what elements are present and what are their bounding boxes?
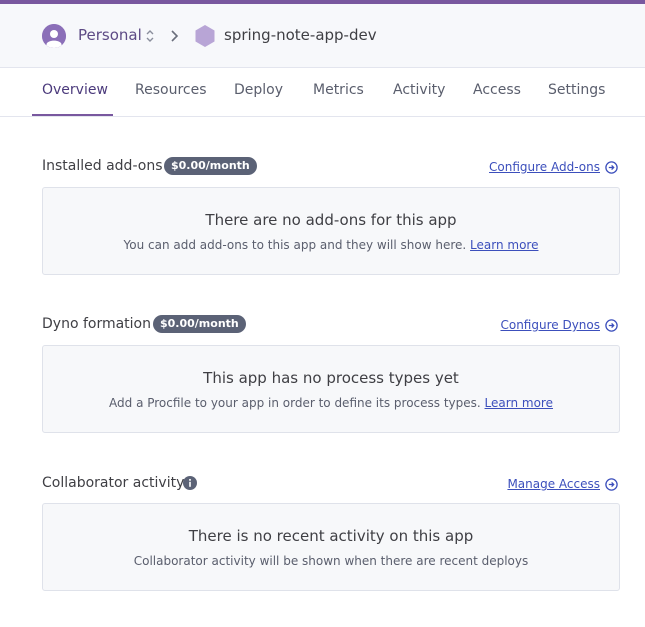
- manage-access-link[interactable]: Manage Access: [507, 477, 618, 491]
- activity-empty-title: There is no recent activity on this app: [188, 527, 474, 545]
- addons-price-badge: $0.00/month: [164, 157, 257, 175]
- activity-section-title: Collaborator activity: [42, 475, 185, 491]
- tab-metrics[interactable]: Metrics: [313, 82, 364, 98]
- account-switcher-icon[interactable]: [145, 29, 155, 43]
- addons-empty-state: There are no add-ons for this app You ca…: [42, 187, 620, 275]
- addons-section-title: Installed add-ons: [42, 158, 163, 174]
- manage-access-label[interactable]: Manage Access: [507, 477, 600, 491]
- configure-dynos-label[interactable]: Configure Dynos: [500, 318, 600, 332]
- info-icon[interactable]: [183, 476, 197, 490]
- app-name-breadcrumb[interactable]: spring-note-app-dev: [224, 26, 377, 44]
- tab-activity[interactable]: Activity: [393, 82, 445, 98]
- dynos-empty-desc: Add a Procfile to your app in order to d…: [43, 396, 619, 410]
- tab-settings[interactable]: Settings: [548, 82, 605, 98]
- dynos-section-title: Dyno formation: [42, 316, 151, 332]
- dynos-empty-state: This app has no process types yet Add a …: [42, 345, 620, 433]
- activity-empty-desc: Collaborator activity will be shown when…: [133, 554, 529, 568]
- tab-deploy[interactable]: Deploy: [234, 82, 283, 98]
- app-header: Personal spring-note-app-dev: [0, 4, 645, 68]
- addons-learn-more-link[interactable]: Learn more: [470, 238, 538, 252]
- addons-empty-text: You can add add-ons to this app and they…: [123, 238, 467, 252]
- arrow-circle-right-icon: [605, 160, 618, 174]
- dynos-price-badge: $0.00/month: [153, 315, 246, 333]
- account-switcher[interactable]: Personal: [78, 26, 142, 44]
- user-avatar-icon[interactable]: [42, 24, 66, 48]
- addons-empty-title: There are no add-ons for this app: [205, 211, 457, 229]
- configure-addons-label[interactable]: Configure Add-ons: [489, 160, 600, 174]
- dynos-empty-text: Add a Procfile to your app in order to d…: [109, 396, 481, 410]
- dynos-learn-more-link[interactable]: Learn more: [485, 396, 553, 410]
- dynos-empty-title: This app has no process types yet: [203, 369, 459, 387]
- configure-addons-link[interactable]: Configure Add-ons: [489, 160, 618, 174]
- tab-overview[interactable]: Overview: [42, 82, 108, 98]
- active-tab-indicator: [32, 114, 113, 116]
- app-tabs: Overview Resources Deploy Metrics Activi…: [0, 68, 645, 117]
- activity-empty-state: There is no recent activity on this app …: [42, 503, 620, 591]
- arrow-circle-right-icon: [605, 477, 618, 491]
- arrow-circle-right-icon: [605, 318, 618, 332]
- tab-resources[interactable]: Resources: [135, 82, 207, 98]
- addons-empty-desc: You can add add-ons to this app and they…: [43, 238, 619, 252]
- hexagon-icon: [195, 25, 215, 47]
- breadcrumb-chevron-icon: [171, 30, 179, 42]
- configure-dynos-link[interactable]: Configure Dynos: [500, 318, 618, 332]
- tab-access[interactable]: Access: [473, 82, 521, 98]
